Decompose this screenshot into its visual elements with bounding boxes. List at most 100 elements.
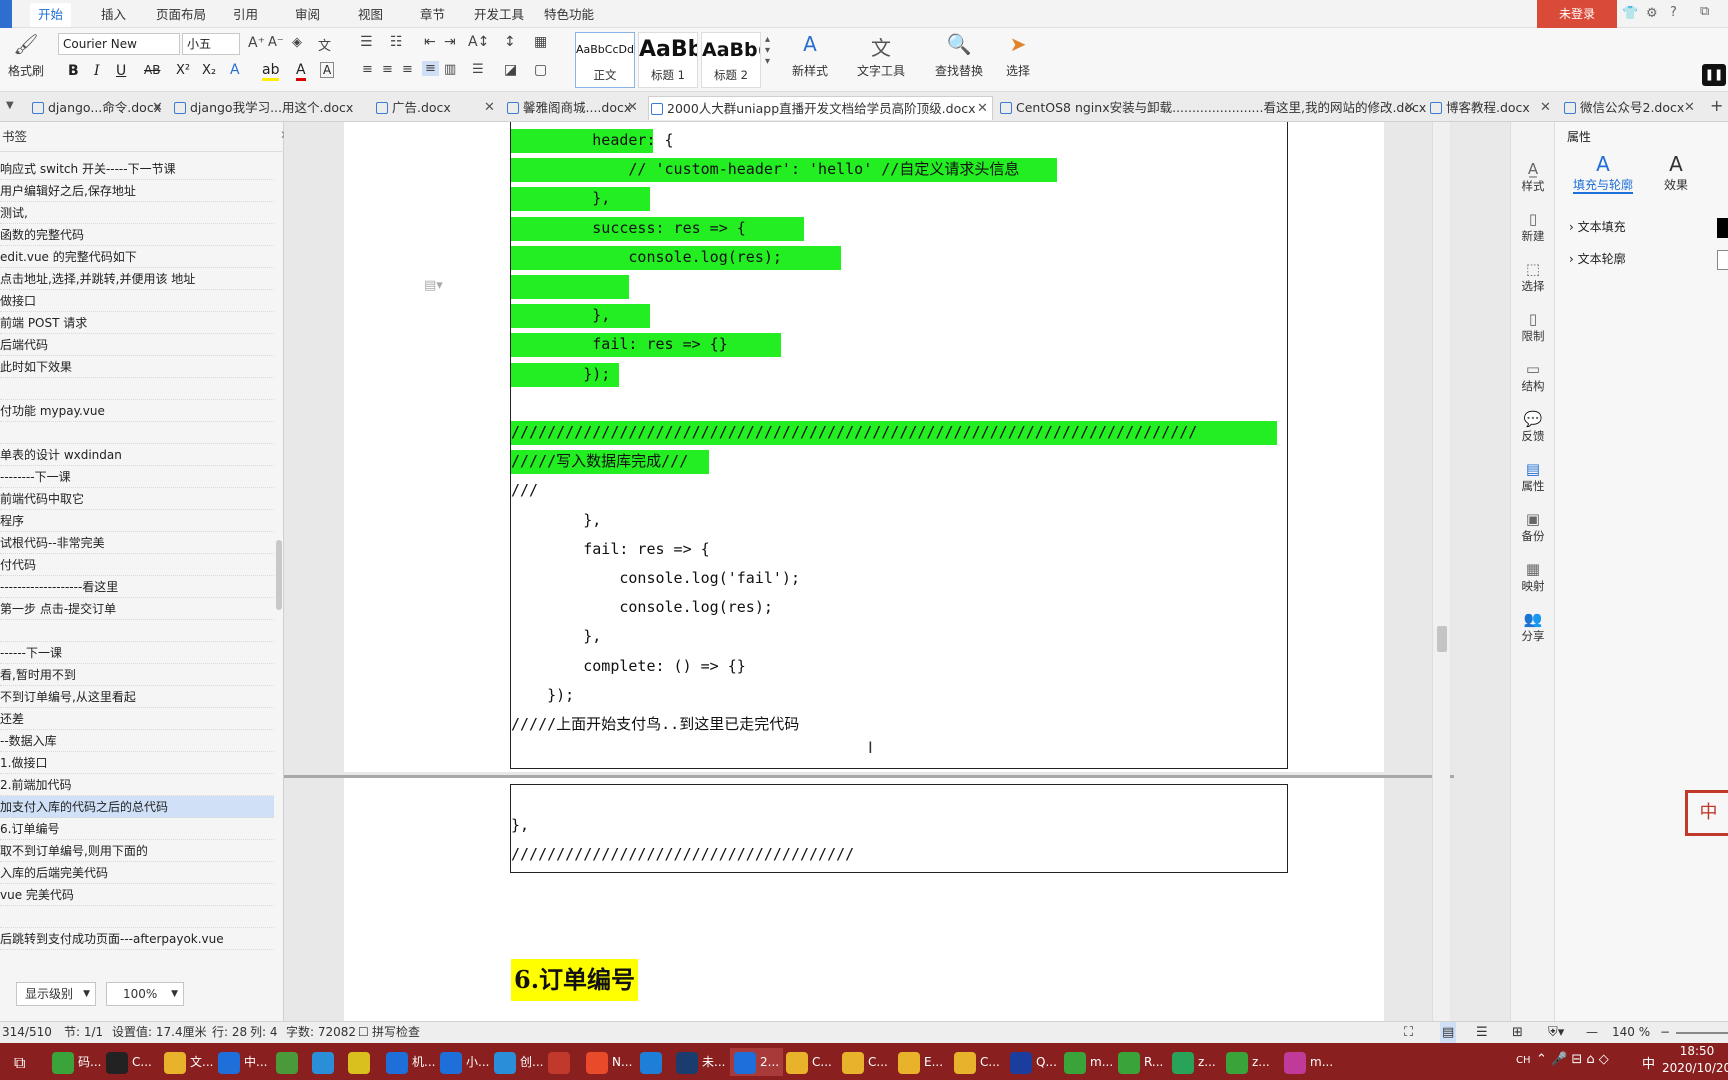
bookmark-item[interactable]: 函数的完整代码 [0, 224, 274, 246]
code-line[interactable]: }, [511, 186, 610, 210]
taskbar-app[interactable]: C... [954, 1048, 1000, 1076]
taskbar-app[interactable]: C... [786, 1048, 832, 1076]
code-line[interactable]: success: res => { [511, 216, 746, 240]
code-line[interactable]: fail: res => { [511, 537, 709, 561]
pinyin-icon[interactable]: 文 [318, 35, 331, 54]
ime-indicator[interactable]: 中 [1642, 1053, 1655, 1072]
taskbar-app[interactable]: 未... [676, 1048, 725, 1076]
code-line[interactable]: console.log(res); [511, 595, 773, 619]
sidebar-scrollbar[interactable] [276, 540, 282, 610]
taskbar-app[interactable]: 创... [494, 1048, 543, 1076]
style-normal[interactable]: AaBbCcDd 正文 [575, 32, 635, 88]
tab-reference[interactable]: 引用 [225, 5, 266, 25]
strip-styles-button[interactable]: A̲ 样式 [1511, 160, 1555, 194]
doc-tab-3[interactable]: 广告.docx ✕ [374, 96, 498, 120]
close-icon[interactable]: ✕ [977, 97, 988, 121]
code-line[interactable]: console.log(res); [511, 245, 782, 269]
ime-logo-icon[interactable]: 中 [1685, 790, 1728, 836]
close-icon[interactable]: ✕ [1404, 96, 1415, 120]
shrink-font-icon[interactable]: A⁻ [268, 35, 284, 50]
tab-review[interactable]: 审阅 [287, 5, 328, 25]
tab-dev-tools[interactable]: 开发工具 [466, 5, 532, 25]
settings-icon[interactable]: ⚙ [1646, 6, 1658, 21]
text-direction-icon[interactable]: A↕ [468, 34, 489, 50]
underline-icon[interactable]: U [116, 63, 126, 79]
select-button[interactable]: ➤ 选择 [996, 32, 1040, 79]
close-icon[interactable]: ✕ [1684, 96, 1695, 120]
outline-color-swatch[interactable] [1717, 250, 1728, 270]
bookmark-item[interactable]: 还差 [0, 708, 274, 730]
style-heading2[interactable]: AaBb( 标题 2 [701, 32, 761, 88]
bookmark-item[interactable]: --------下一课 [0, 466, 274, 488]
bookmark-item[interactable]: --数据入库 [0, 730, 274, 752]
zoom-slider[interactable] [1676, 1032, 1728, 1034]
bookmark-item[interactable]: 不到订单编号,从这里看起 [0, 686, 274, 708]
grow-font-icon[interactable]: A⁺ [248, 35, 265, 51]
taskbar-app[interactable] [640, 1048, 666, 1076]
text-fill-section[interactable]: › 文本填充 [1569, 218, 1626, 235]
taskbar-app[interactable]: 文... [164, 1048, 213, 1076]
strip-properties-button[interactable]: ▤ 属性 [1511, 460, 1555, 494]
new-style-button[interactable]: A 新样式 [782, 32, 838, 79]
zoom-out-icon[interactable]: — [1586, 1022, 1598, 1043]
effects-tab[interactable]: A 效果 [1651, 152, 1701, 193]
close-icon[interactable]: ✕ [152, 96, 163, 120]
find-replace-button[interactable]: 🔍 查找替换 [928, 32, 990, 79]
italic-icon[interactable]: I [94, 63, 100, 79]
style-heading1[interactable]: AaBb 标题 1 [638, 32, 698, 88]
taskbar-app[interactable]: 机... [386, 1048, 435, 1076]
tab-view[interactable]: 视图 [350, 5, 391, 25]
bookmark-item[interactable]: 前端代码中取它 [0, 488, 274, 510]
page-count[interactable]: 314/510 [2, 1022, 52, 1043]
line-spacing-icon[interactable]: ☰ [472, 62, 484, 77]
clock-date[interactable]: 2020/10/20 [1662, 1061, 1728, 1075]
taskbar-app[interactable]: z... [1172, 1048, 1216, 1076]
taskbar-app[interactable]: C... [842, 1048, 888, 1076]
styles-more-icon[interactable]: ▴ ▾ ▾ [765, 34, 770, 67]
doc-tab-2[interactable]: django我学习...用这个.docx [172, 96, 353, 120]
code-line[interactable]: }, [511, 508, 601, 532]
strip-share-button[interactable]: 👥 分享 [1511, 610, 1555, 644]
line-info[interactable]: 行: 28 [212, 1022, 247, 1043]
pause-button[interactable]: ❚❚ [1702, 64, 1726, 86]
bookmark-item[interactable] [0, 378, 274, 400]
code-line[interactable]: ////////////////////////////////////////… [511, 420, 1197, 444]
bookmark-item[interactable]: 6.订单编号 [0, 818, 274, 840]
help-icon[interactable]: ? [1670, 5, 1677, 20]
subscript-icon[interactable]: X₂ [202, 63, 216, 78]
tab-insert[interactable]: 插入 [93, 5, 134, 25]
taskbar-app[interactable]: N... [586, 1048, 632, 1076]
fullscreen-icon[interactable]: ⛶ [1404, 1022, 1413, 1043]
bookmark-item[interactable]: 前端 POST 请求 [0, 312, 274, 334]
code-line[interactable]: // 'custom-header': 'hello' //自定义请求头信息 [511, 157, 1019, 181]
strip-feedback-button[interactable]: 💬 反馈 [1511, 410, 1555, 444]
protect-view-icon[interactable]: ⛨▾ [1548, 1022, 1564, 1043]
bookmark-item[interactable] [0, 906, 274, 928]
code-line[interactable]: /// [511, 478, 538, 502]
bullet-list-icon[interactable]: ☰ [360, 34, 373, 50]
taskbar-app[interactable]: 中... [218, 1048, 267, 1076]
taskbar-app[interactable]: m... [1064, 1048, 1113, 1076]
bookmark-item[interactable]: 点击地址,选择,并跳转,并便用该 地址 [0, 268, 274, 290]
strip-restrict-button[interactable]: ▯ 限制 [1511, 310, 1555, 344]
page-view-icon[interactable]: ▤ [1440, 1022, 1457, 1043]
strip-mapping-button[interactable]: ▦ 映射 [1511, 560, 1555, 594]
taskbar-app[interactable]: 2... [730, 1048, 784, 1076]
taskbar-app[interactable]: z... [1226, 1048, 1270, 1076]
tab-list-chevron-icon[interactable]: ▼ [6, 100, 14, 111]
skin-icon[interactable]: 👕 [1622, 6, 1638, 21]
taskbar-app[interactable] [276, 1048, 302, 1076]
login-button[interactable]: 未登录 [1537, 0, 1617, 28]
vertical-scrollbar[interactable] [1432, 122, 1450, 1021]
align-right-icon[interactable]: ≡ [402, 62, 413, 77]
text-tools-button[interactable]: 文 文字工具 [850, 32, 912, 79]
restore-window-icon[interactable]: ⧉ [1700, 4, 1709, 19]
bookmark-item[interactable]: 程序 [0, 510, 274, 532]
taskbar-app[interactable] [348, 1048, 374, 1076]
doc-tab-1[interactable]: django...命令.docx ✕ [30, 96, 165, 120]
new-tab-plus-icon[interactable]: + [1710, 96, 1723, 115]
text-effect-icon[interactable]: A [230, 62, 240, 78]
taskbar-app[interactable]: C... [106, 1048, 152, 1076]
taskbar-app[interactable]: Q... [1010, 1048, 1057, 1076]
code-line[interactable]: fail: res => {} [511, 332, 727, 356]
